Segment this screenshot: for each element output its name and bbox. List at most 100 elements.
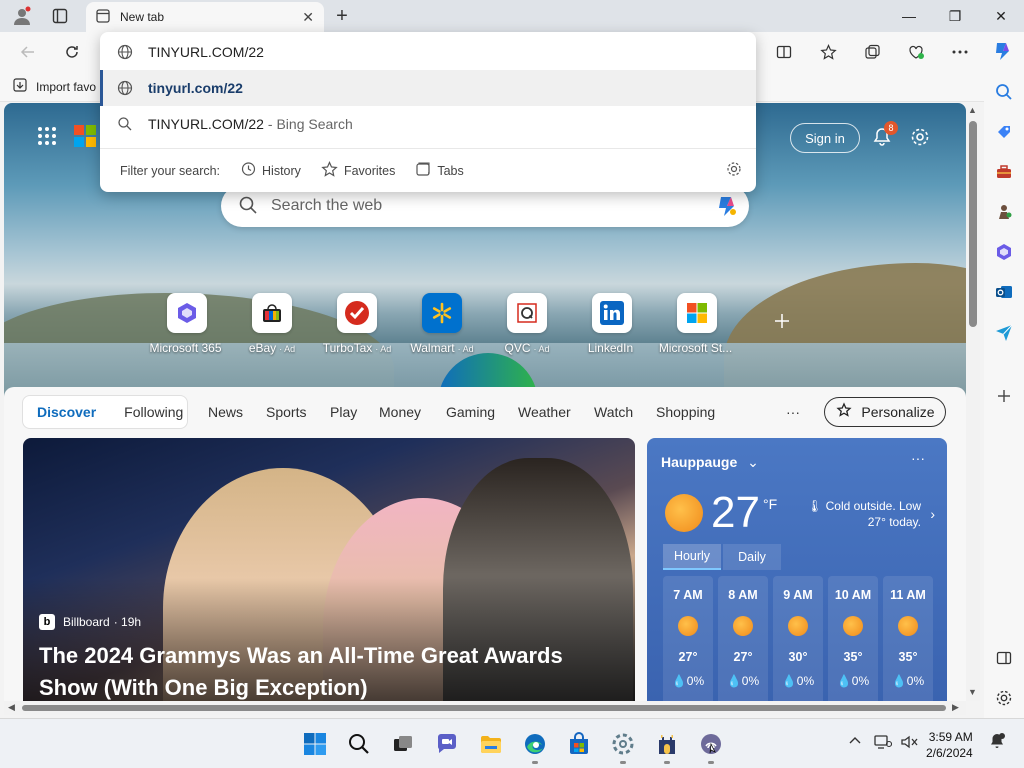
settings-app-icon[interactable] [610,731,636,757]
task-view-icon[interactable] [390,731,416,757]
profile-icon[interactable] [12,6,32,26]
sunny-icon [665,494,703,532]
hourly-forecast: 7 AM 27° 💧0% 8 AM 27° 💧0% 9 AM 30° 💧0% 1… [663,576,938,701]
search-icon [239,196,257,217]
scroll-down-icon[interactable]: ▼ [968,687,977,697]
tab-gaming[interactable]: Gaming [446,404,495,420]
copilot-search-icon[interactable] [713,192,741,220]
address-typed-text: TINYURL.COM/22 [148,44,264,60]
weather-card[interactable]: Hauppauge ⌄ ··· 27 °F 🌡 Cold outside. Lo… [647,438,947,701]
linkedin-icon [592,293,632,333]
personalize-button[interactable]: Personalize [824,397,946,427]
notification-badge: 8 [884,121,898,135]
sidebar-send-icon[interactable] [992,320,1016,344]
sidebar-settings-icon[interactable] [992,686,1016,710]
notifications-bell-icon[interactable]: 8 [870,121,898,149]
system-clock[interactable]: 3:59 AM 2/6/2024 [926,729,973,761]
close-window-button[interactable]: ✕ [978,0,1024,32]
tab-close-icon[interactable]: ✕ [302,9,314,26]
tabs-icon [415,161,431,180]
favorites-star-icon[interactable] [816,40,840,64]
sidebar-microsoft-365-icon[interactable] [992,240,1016,264]
sidebar-add-icon[interactable] [992,384,1016,408]
news-age: · 19h [113,615,142,629]
file-explorer-icon[interactable] [478,731,504,757]
weather-location[interactable]: Hauppauge ⌄ [661,454,759,471]
restore-button[interactable]: ❐ [932,0,978,32]
import-favorites-button[interactable]: Import favo [12,77,96,96]
tab-discover[interactable]: Discover [23,404,110,420]
tab-sports[interactable]: Sports [266,404,306,420]
tab-hourly[interactable]: Hourly [663,544,721,570]
vertical-scroll-thumb[interactable] [969,121,977,327]
volume-muted-icon[interactable] [900,734,918,753]
filter-history[interactable]: History [240,161,301,180]
tab-actions-icon[interactable] [50,6,70,26]
collections-icon[interactable] [860,40,884,64]
more-tabs-icon[interactable]: ··· [786,404,800,420]
more-options-icon[interactable] [948,40,972,64]
news-headline[interactable]: The 2024 Grammys Was an All-Time Great A… [39,640,619,701]
tab-weather[interactable]: Weather [518,404,571,420]
filter-tabs[interactable]: Tabs [415,161,464,180]
sidebar-tools-icon[interactable] [992,160,1016,184]
scroll-left-icon[interactable]: ◀ [8,702,15,713]
taskbar-search-icon[interactable] [346,731,372,757]
copilot-icon[interactable] [990,38,1016,64]
active-tab[interactable]: New tab ✕ [86,2,324,32]
edge-browser-icon[interactable] [522,731,548,757]
news-card[interactable]: b Billboard · 19h The 2024 Grammys Was a… [23,438,635,701]
filter-tabs-label: Tabs [437,163,464,178]
new-tab-page: Sign in 8 Search the web Microsoft 365 e… [4,103,966,701]
browser-essentials-icon[interactable] [904,40,928,64]
weather-more-icon[interactable]: ··· [911,450,925,466]
tab-page-icon [96,8,110,26]
horizontal-scroll-thumb[interactable] [22,705,946,711]
filter-favorites[interactable]: Favorites [321,160,396,181]
vertical-scrollbar[interactable]: ▲ ▼ [966,103,980,701]
notification-center-icon[interactable] [988,732,1006,753]
refresh-icon[interactable] [60,40,84,64]
search-suggestion[interactable]: TINYURL.COM/22 - Bing Search [100,106,756,142]
tab-shopping[interactable]: Shopping [656,404,715,420]
url-suggestion-text: tinyurl.com/22 [148,80,243,96]
page-settings-icon[interactable] [908,125,932,149]
castle-app-icon[interactable] [654,731,680,757]
droplet-icon: 💧 [726,674,742,688]
show-hidden-icons-icon[interactable] [848,734,862,751]
sunny-icon [788,616,808,636]
tab-watch[interactable]: Watch [594,404,633,420]
chevron-right-icon[interactable]: › [930,506,935,522]
teams-chat-icon[interactable] [434,731,460,757]
back-icon[interactable] [16,40,40,64]
add-quick-link-icon[interactable] [774,313,790,334]
tab-news[interactable]: News [208,404,243,420]
settings-gear-icon[interactable] [726,161,742,180]
scroll-up-icon[interactable]: ▲ [968,105,977,115]
apps-launcher-icon[interactable] [38,127,56,145]
horizontal-scrollbar[interactable]: ◀ ▶ [4,701,966,715]
tab-play[interactable]: Play [330,404,357,420]
sign-in-button[interactable]: Sign in [790,123,860,153]
clock-time: 3:59 AM [928,730,973,744]
address-input[interactable]: TINYURL.COM/22 [100,34,756,70]
wireless-app-icon[interactable] [698,731,724,757]
tab-following[interactable]: Following [110,404,197,420]
network-icon[interactable] [874,734,893,753]
filter-favorites-label: Favorites [343,163,396,178]
quick-link-microsoft-store[interactable]: Microsoft St... [647,293,747,355]
url-suggestion[interactable]: tinyurl.com/22 [100,70,756,106]
start-button-icon[interactable] [302,731,328,757]
scroll-right-icon[interactable]: ▶ [952,702,959,713]
sidebar-outlook-icon[interactable] [992,280,1016,304]
tab-money[interactable]: Money [379,404,421,420]
sidebar-shopping-icon[interactable] [992,120,1016,144]
sidebar-search-icon[interactable] [992,80,1016,104]
tab-daily[interactable]: Daily [723,544,781,570]
minimize-button[interactable]: — [886,0,932,32]
new-tab-button[interactable]: + [330,4,354,28]
split-screen-icon[interactable] [772,40,796,64]
sidebar-hide-icon[interactable] [992,646,1016,670]
microsoft-store-taskbar-icon[interactable] [566,731,592,757]
sidebar-games-icon[interactable] [992,200,1016,224]
